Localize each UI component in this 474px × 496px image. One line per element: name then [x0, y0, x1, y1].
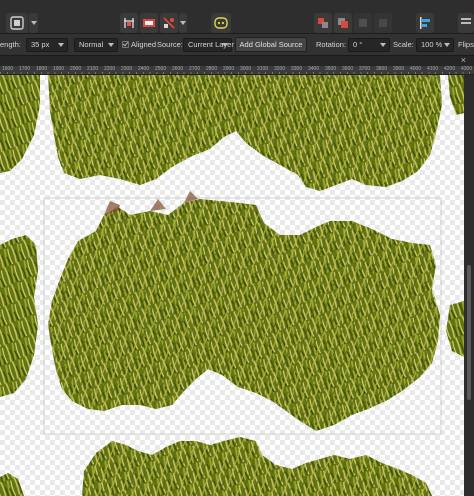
pixel-alignment-icon: [163, 17, 175, 29]
ruler-label: 2600: [172, 66, 184, 72]
chevron-down-icon: [58, 43, 64, 47]
ruler-label: 3300: [291, 66, 303, 72]
snapping-icon: [124, 18, 134, 28]
context-toolbar: ength: 35 px Normal Aligned Source: Curr…: [0, 34, 474, 56]
snapping-button[interactable]: [120, 13, 138, 33]
aligned-checkbox[interactable]: [122, 41, 129, 48]
grass-patch-left-top: [0, 75, 40, 173]
source-label: Source:: [157, 40, 183, 49]
ruler-label: 4300: [461, 66, 473, 72]
rotation-value: 0 °: [353, 40, 363, 49]
grass-patch-left-middle: [0, 235, 38, 397]
arrange-bottom-icon: [379, 19, 387, 27]
source-select[interactable]: Current Layer: [183, 38, 234, 52]
ruler-label: 2700: [189, 66, 201, 72]
document-tab-strip: ×: [0, 55, 474, 66]
distribute-icon: [461, 18, 471, 24]
ruler-label: 4000: [410, 66, 422, 72]
chevron-down-icon: [444, 43, 450, 47]
ruler-label: 3800: [376, 66, 388, 72]
force-pixel-button[interactable]: [160, 13, 178, 33]
scrollbar-thumb[interactable]: [467, 265, 471, 400]
blend-mode-value: Normal: [79, 40, 104, 49]
chevron-down-icon: [380, 43, 386, 47]
ruler-label: 2200: [104, 66, 116, 72]
grass-patch-right-top: [448, 75, 464, 115]
ruler-label: 2000: [70, 66, 82, 72]
blend-mode-select[interactable]: Normal: [74, 38, 118, 52]
scale-label: Scale:: [393, 40, 414, 49]
ruler-label: 3100: [257, 66, 269, 72]
grass-texture-artwork: [0, 75, 464, 496]
arrange-front-icon: [318, 18, 328, 28]
grass-patch-top: [48, 75, 442, 191]
brush-width-field[interactable]: 35 px: [26, 38, 68, 52]
grass-patch-left-bottom: [0, 473, 24, 496]
chevron-down-icon: [222, 43, 228, 47]
aligned-label: Aligned: [131, 40, 157, 49]
ruler-label: 1600: [2, 66, 14, 72]
ruler-label: 2800: [206, 66, 218, 72]
ruler-label: 1800: [36, 66, 48, 72]
ruler-label: 4200: [444, 66, 456, 72]
snap-dropdown[interactable]: [179, 13, 187, 33]
arrange-back-icon: [359, 19, 367, 27]
width-label: ength:: [0, 40, 21, 49]
chevron-down-icon: [180, 20, 186, 25]
move-to-back-button[interactable]: [374, 13, 392, 33]
assistant-button[interactable]: [211, 13, 231, 33]
assistant-icon: [214, 17, 228, 29]
move-back-button[interactable]: [354, 13, 372, 33]
rotation-label: Rotation:: [316, 40, 347, 49]
align-icon: [420, 17, 430, 29]
main-toolbar: [0, 0, 474, 34]
ruler-label: 2100: [87, 66, 99, 72]
chevron-down-icon: [108, 43, 114, 47]
close-tab-icon[interactable]: ×: [461, 55, 466, 65]
canvas-area[interactable]: [0, 75, 464, 496]
align-button[interactable]: [416, 13, 434, 33]
add-global-source-button[interactable]: Add Global Source: [235, 37, 307, 52]
ruler-label: 1900: [53, 66, 65, 72]
ruler-label: 3900: [393, 66, 405, 72]
snap-grid-icon: [143, 19, 155, 27]
flips-label: Flips:: [458, 40, 474, 49]
selection-mode-icon: [10, 16, 24, 30]
rotation-field[interactable]: 0 °: [348, 38, 390, 52]
grass-patch-bottom: [82, 437, 432, 496]
scale-field[interactable]: 100 %: [416, 38, 454, 52]
ruler-label: 4100: [427, 66, 439, 72]
arrange-forward-icon: [338, 18, 348, 28]
ruler-label: 3500: [325, 66, 337, 72]
selection-mode-dropdown[interactable]: [29, 13, 38, 33]
grass-patch-center: [48, 191, 440, 431]
move-to-front-button[interactable]: [314, 13, 332, 33]
ruler-label: 2300: [121, 66, 133, 72]
chevron-down-icon: [30, 20, 37, 25]
ruler-label: 2500: [155, 66, 167, 72]
selection-mode-button[interactable]: [6, 13, 28, 33]
ruler-label: 2400: [138, 66, 150, 72]
ruler-label: 3700: [359, 66, 371, 72]
ruler-label: 3200: [274, 66, 286, 72]
ruler-label: 3400: [308, 66, 320, 72]
brush-width-value: 35 px: [31, 40, 50, 49]
vertical-scrollbar[interactable]: [464, 75, 474, 496]
align-options-button[interactable]: [458, 13, 474, 33]
ruler-label: 3600: [342, 66, 354, 72]
scale-value: 100 %: [421, 40, 443, 49]
ruler-label: 2900: [223, 66, 235, 72]
ruler-label: 1700: [19, 66, 31, 72]
ruler-label: 3000: [240, 66, 252, 72]
grass-patch-right-middle: [446, 301, 464, 357]
move-forward-button[interactable]: [334, 13, 352, 33]
snap-options-button[interactable]: [140, 13, 158, 33]
horizontal-ruler[interactable]: 1600 1700 1800 1900 2000 2100 2200 2300 2400 2500…: [0, 66, 474, 75]
